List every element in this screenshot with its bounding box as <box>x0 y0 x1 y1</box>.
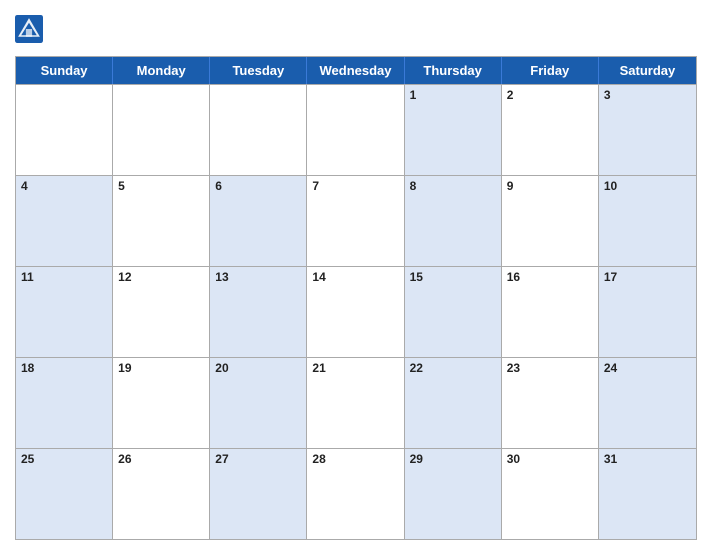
day-cell-4: 4 <box>16 176 113 266</box>
day-cell-13: 13 <box>210 267 307 357</box>
day-number: 17 <box>604 270 617 284</box>
day-number: 22 <box>410 361 423 375</box>
day-cell-21: 21 <box>307 358 404 448</box>
day-cell-16: 16 <box>502 267 599 357</box>
day-number: 4 <box>21 179 28 193</box>
day-cell-9: 9 <box>502 176 599 266</box>
general-blue-logo-icon <box>15 15 43 43</box>
day-number: 5 <box>118 179 125 193</box>
day-number: 26 <box>118 452 131 466</box>
day-cell-24: 24 <box>599 358 696 448</box>
day-cell-31: 31 <box>599 449 696 539</box>
day-cell-27: 27 <box>210 449 307 539</box>
day-number: 20 <box>215 361 228 375</box>
day-cell-empty <box>210 85 307 175</box>
day-number: 27 <box>215 452 228 466</box>
logo <box>15 15 47 43</box>
calendar-weeks: 1234567891011121314151617181920212223242… <box>16 84 696 539</box>
calendar-header <box>15 10 697 48</box>
day-header-saturday: Saturday <box>599 57 696 84</box>
day-cell-18: 18 <box>16 358 113 448</box>
day-number: 14 <box>312 270 325 284</box>
day-cell-5: 5 <box>113 176 210 266</box>
day-number: 28 <box>312 452 325 466</box>
day-cell-17: 17 <box>599 267 696 357</box>
day-number: 24 <box>604 361 617 375</box>
day-number: 25 <box>21 452 34 466</box>
day-cell-22: 22 <box>405 358 502 448</box>
day-cell-7: 7 <box>307 176 404 266</box>
day-cell-empty <box>113 85 210 175</box>
day-number: 15 <box>410 270 423 284</box>
day-cell-12: 12 <box>113 267 210 357</box>
day-cell-30: 30 <box>502 449 599 539</box>
day-header-friday: Friday <box>502 57 599 84</box>
day-header-tuesday: Tuesday <box>210 57 307 84</box>
day-cell-20: 20 <box>210 358 307 448</box>
day-cell-1: 1 <box>405 85 502 175</box>
day-number: 16 <box>507 270 520 284</box>
day-header-monday: Monday <box>113 57 210 84</box>
day-cell-26: 26 <box>113 449 210 539</box>
day-number: 29 <box>410 452 423 466</box>
day-cell-15: 15 <box>405 267 502 357</box>
day-number: 30 <box>507 452 520 466</box>
day-cell-2: 2 <box>502 85 599 175</box>
day-cell-28: 28 <box>307 449 404 539</box>
day-cell-14: 14 <box>307 267 404 357</box>
day-number: 21 <box>312 361 325 375</box>
day-cell-6: 6 <box>210 176 307 266</box>
day-cell-empty <box>307 85 404 175</box>
day-cell-29: 29 <box>405 449 502 539</box>
day-number: 19 <box>118 361 131 375</box>
day-header-sunday: Sunday <box>16 57 113 84</box>
calendar-grid: SundayMondayTuesdayWednesdayThursdayFrid… <box>15 56 697 540</box>
day-cell-23: 23 <box>502 358 599 448</box>
day-cell-8: 8 <box>405 176 502 266</box>
week-row-5: 25 26 27 28 29 30 31 <box>16 448 696 539</box>
day-number: 23 <box>507 361 520 375</box>
day-number: 8 <box>410 179 417 193</box>
day-cell-25: 25 <box>16 449 113 539</box>
day-number: 18 <box>21 361 34 375</box>
day-number: 13 <box>215 270 228 284</box>
day-cell-3: 3 <box>599 85 696 175</box>
day-number: 2 <box>507 88 514 102</box>
day-header-wednesday: Wednesday <box>307 57 404 84</box>
day-number: 3 <box>604 88 611 102</box>
day-number: 1 <box>410 88 417 102</box>
day-cell-empty <box>16 85 113 175</box>
day-number: 31 <box>604 452 617 466</box>
calendar-page: SundayMondayTuesdayWednesdayThursdayFrid… <box>0 0 712 550</box>
day-number: 7 <box>312 179 319 193</box>
day-number: 6 <box>215 179 222 193</box>
week-row-4: 18 19 20 21 22 23 24 <box>16 357 696 448</box>
day-cell-10: 10 <box>599 176 696 266</box>
day-headers-row: SundayMondayTuesdayWednesdayThursdayFrid… <box>16 57 696 84</box>
day-number: 10 <box>604 179 617 193</box>
day-number: 9 <box>507 179 514 193</box>
week-row-2: 4 5 6 7 8 9 10 <box>16 175 696 266</box>
day-number: 11 <box>21 270 34 284</box>
week-row-3: 11 12 13 14 15 16 17 <box>16 266 696 357</box>
week-row-1: 1 2 3 <box>16 84 696 175</box>
day-number: 12 <box>118 270 131 284</box>
day-cell-11: 11 <box>16 267 113 357</box>
day-cell-19: 19 <box>113 358 210 448</box>
day-header-thursday: Thursday <box>405 57 502 84</box>
